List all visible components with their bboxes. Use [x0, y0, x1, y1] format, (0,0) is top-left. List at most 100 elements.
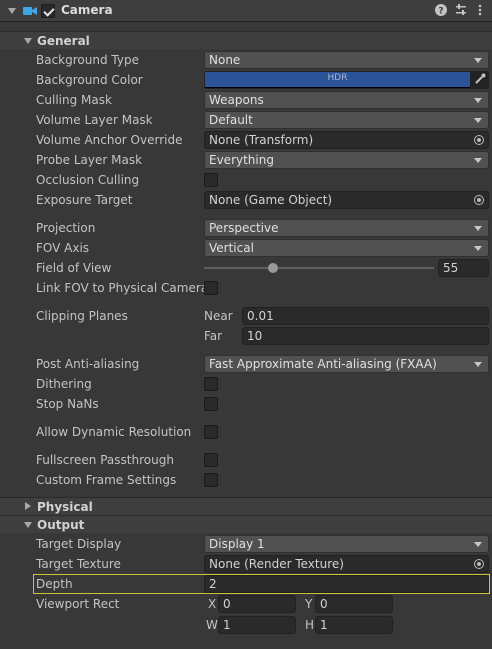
- camera-enabled-checkbox[interactable]: [41, 4, 55, 18]
- foldout-arrow-icon[interactable]: [8, 8, 16, 14]
- target-display-label: Target Display: [36, 537, 122, 551]
- background-color-field[interactable]: HDR: [204, 71, 489, 89]
- svg-text:?: ?: [438, 7, 443, 17]
- chevron-down-icon: [474, 58, 482, 63]
- background-type-value: None: [209, 53, 241, 67]
- viewport-h-input[interactable]: 1: [315, 616, 393, 634]
- viewport-y-value: 0: [320, 597, 328, 611]
- fullscreen-passthrough-checkbox[interactable]: [204, 453, 218, 467]
- volume-anchor-override-field[interactable]: None (Transform): [204, 131, 489, 149]
- object-picker-icon[interactable]: [474, 195, 484, 205]
- projection-label: Projection: [36, 221, 96, 235]
- viewport-x-input[interactable]: 0: [218, 595, 296, 613]
- fullscreen-passthrough-label: Fullscreen Passthrough: [36, 453, 174, 467]
- far-input[interactable]: 10: [242, 327, 489, 345]
- clipping-planes-label: Clipping Planes: [36, 309, 128, 323]
- object-picker-icon[interactable]: [474, 135, 484, 145]
- probe-layer-mask-label: Probe Layer Mask: [36, 153, 143, 167]
- depth-label: Depth: [36, 577, 73, 591]
- background-color-swatch[interactable]: HDR: [205, 72, 470, 88]
- post-aa-label: Post Anti-aliasing: [36, 357, 140, 371]
- target-texture-field[interactable]: None (Render Texture): [204, 555, 489, 573]
- occlusion-culling-label: Occlusion Culling: [36, 173, 140, 187]
- presets-icon[interactable]: [454, 4, 468, 18]
- occlusion-culling-checkbox[interactable]: [204, 173, 218, 187]
- near-label: Near: [204, 309, 233, 323]
- physical-section-header[interactable]: Physical: [0, 497, 492, 515]
- more-menu-icon[interactable]: [473, 4, 487, 18]
- dithering-label: Dithering: [36, 377, 92, 391]
- target-display-dropdown[interactable]: Display 1: [204, 535, 489, 553]
- target-texture-value: None (Render Texture): [209, 557, 344, 571]
- link-fov-label: Link FOV to Physical Camera: [36, 281, 209, 295]
- object-picker-icon[interactable]: [474, 559, 484, 569]
- near-value: 0.01: [247, 309, 274, 323]
- volume-anchor-override-label: Volume Anchor Override: [36, 133, 183, 147]
- stop-nans-checkbox[interactable]: [204, 397, 218, 411]
- fov-axis-label: FOV Axis: [36, 241, 90, 255]
- chevron-down-icon: [474, 362, 482, 367]
- physical-section-title: Physical: [37, 500, 93, 514]
- camera-component-header[interactable]: Camera ?: [0, 0, 492, 22]
- camera-icon: [23, 5, 37, 17]
- projection-dropdown[interactable]: Perspective: [204, 219, 489, 237]
- link-fov-checkbox[interactable]: [204, 281, 218, 295]
- viewport-y-input[interactable]: 0: [315, 595, 393, 613]
- probe-layer-mask-value: Everything: [209, 153, 274, 167]
- culling-mask-value: Weapons: [209, 93, 264, 107]
- general-section-title: General: [37, 34, 90, 48]
- volume-layer-mask-dropdown[interactable]: Default: [204, 111, 489, 129]
- post-aa-dropdown[interactable]: Fast Approximate Anti-aliasing (FXAA): [204, 355, 489, 373]
- stop-nans-label: Stop NaNs: [36, 397, 99, 411]
- target-display-value: Display 1: [209, 537, 265, 551]
- viewport-x-value: 0: [223, 597, 231, 611]
- post-aa-value: Fast Approximate Anti-aliasing (FXAA): [209, 357, 437, 371]
- viewport-w-value: 1: [223, 618, 231, 632]
- output-section-title: Output: [37, 518, 85, 532]
- exposure-target-field[interactable]: None (Game Object): [204, 191, 489, 209]
- fov-axis-value: Vertical: [209, 241, 254, 255]
- field-of-view-input[interactable]: 55: [438, 259, 489, 277]
- eyedropper-icon[interactable]: [474, 73, 488, 87]
- chevron-down-icon: [474, 542, 482, 547]
- far-value: 10: [247, 329, 263, 343]
- dynamic-resolution-checkbox[interactable]: [204, 425, 218, 439]
- exposure-target-value: None (Game Object): [209, 193, 333, 207]
- field-of-view-slider-thumb[interactable]: [268, 263, 278, 273]
- near-input[interactable]: 0.01: [242, 307, 489, 325]
- volume-anchor-override-value: None (Transform): [209, 133, 314, 147]
- projection-value: Perspective: [209, 221, 279, 235]
- background-color-label: Background Color: [36, 73, 143, 87]
- dynamic-resolution-label: Allow Dynamic Resolution: [36, 425, 192, 439]
- culling-mask-dropdown[interactable]: Weapons: [204, 91, 489, 109]
- custom-frame-settings-checkbox[interactable]: [204, 473, 218, 487]
- field-of-view-slider-track[interactable]: [204, 267, 434, 269]
- chevron-down-icon: [474, 158, 482, 163]
- far-label: Far: [204, 329, 223, 343]
- foldout-arrow-icon[interactable]: [24, 38, 32, 44]
- component-title: Camera: [61, 3, 113, 17]
- chevron-down-icon: [474, 98, 482, 103]
- viewport-h-label: H: [305, 618, 315, 632]
- viewport-y-label: Y: [305, 597, 313, 611]
- foldout-arrow-icon[interactable]: [24, 522, 32, 528]
- help-icon[interactable]: ?: [434, 4, 448, 18]
- fov-axis-dropdown[interactable]: Vertical: [204, 239, 489, 257]
- probe-layer-mask-dropdown[interactable]: Everything: [204, 151, 489, 169]
- foldout-arrow-icon[interactable]: [25, 502, 31, 510]
- viewport-rect-label: Viewport Rect: [36, 597, 120, 611]
- chevron-down-icon: [474, 246, 482, 251]
- target-texture-label: Target Texture: [36, 557, 121, 571]
- dithering-checkbox[interactable]: [204, 377, 218, 391]
- background-type-label: Background Type: [36, 53, 139, 67]
- depth-input[interactable]: 2: [204, 575, 489, 593]
- culling-mask-label: Culling Mask: [36, 93, 112, 107]
- custom-frame-settings-label: Custom Frame Settings: [36, 473, 177, 487]
- swatch-underline: [205, 87, 470, 88]
- general-section-header[interactable]: General: [0, 31, 492, 49]
- volume-layer-mask-label: Volume Layer Mask: [36, 113, 153, 127]
- background-type-dropdown[interactable]: None: [204, 51, 489, 69]
- output-section-header[interactable]: Output: [0, 515, 492, 533]
- viewport-w-label: W: [206, 618, 218, 632]
- viewport-w-input[interactable]: 1: [218, 616, 296, 634]
